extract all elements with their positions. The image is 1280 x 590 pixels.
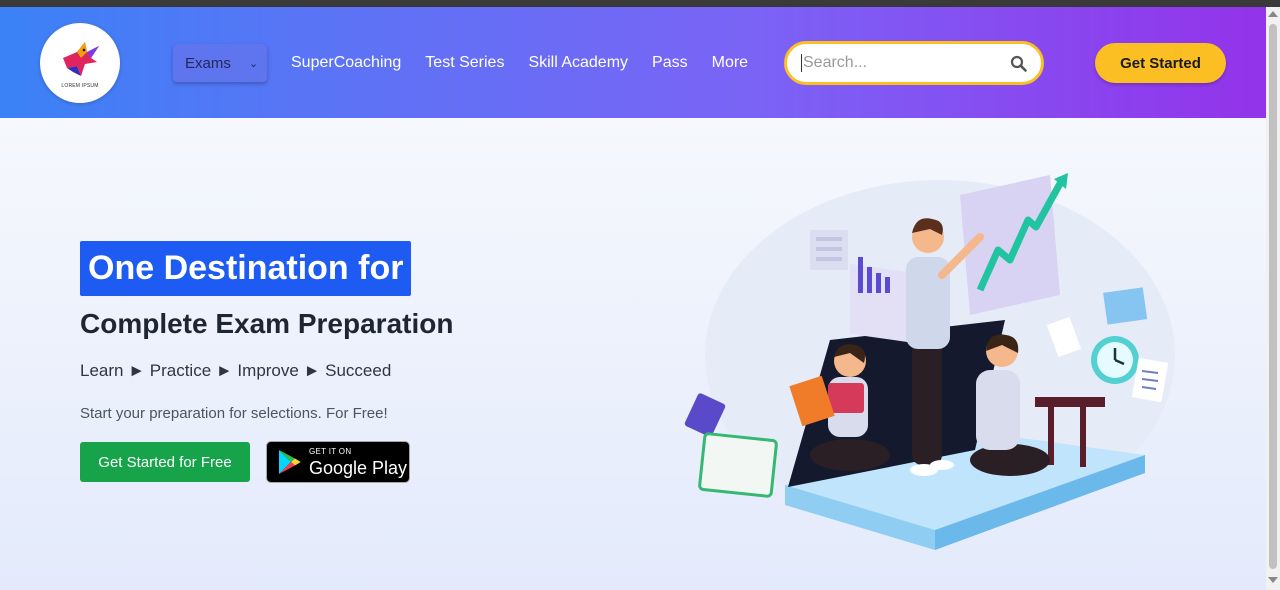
- hero-steps: Learn ► Practice ► Improve ► Succeed: [80, 361, 392, 380]
- alarm-clock: [1091, 336, 1139, 384]
- hero-illustration: [684, 173, 1175, 550]
- get-started-free-button[interactable]: Get Started for Free: [80, 442, 250, 482]
- exams-label: Exams: [185, 54, 231, 72]
- search-input[interactable]: [801, 54, 1001, 72]
- scroll-up-arrow-icon[interactable]: [1268, 11, 1278, 17]
- google-play-text: GET IT ON Google Play: [309, 446, 408, 478]
- hero-subtitle: Complete Exam Preparation: [80, 308, 454, 339]
- nav-link-pass[interactable]: Pass: [652, 54, 688, 72]
- hero-highlight: One Destination for: [80, 241, 412, 296]
- scrollbar-thumb[interactable]: [1269, 24, 1277, 569]
- sticky-note: [1103, 287, 1148, 325]
- browser-top-strip: [0, 0, 1280, 7]
- search-icon[interactable]: [1010, 55, 1027, 72]
- google-play-small-label: GET IT ON: [309, 446, 352, 456]
- chevron-down-icon: ⌄: [248, 57, 259, 70]
- nav-link-supercoaching[interactable]: SuperCoaching: [291, 54, 401, 72]
- logo-text: LOREM IPSUM: [61, 82, 99, 89]
- open-book: [698, 432, 778, 498]
- scroll-down-arrow-icon[interactable]: [1268, 577, 1278, 583]
- bird-logo-icon: [63, 41, 99, 76]
- google-play-icon: [279, 450, 301, 474]
- hero-tagline: Start your preparation for selections. F…: [80, 405, 388, 422]
- main-nav: Exams ⌄ SuperCoaching Test Series Skill …: [173, 43, 748, 83]
- nav-link-test-series[interactable]: Test Series: [425, 54, 504, 72]
- get-started-button[interactable]: Get Started: [1095, 43, 1226, 83]
- nav-link-more[interactable]: More: [712, 54, 748, 72]
- logo[interactable]: LOREM IPSUM: [40, 23, 120, 103]
- exams-dropdown[interactable]: Exams ⌄: [173, 44, 267, 82]
- nav-link-skill-academy[interactable]: Skill Academy: [528, 54, 628, 72]
- google-play-button[interactable]: GET IT ON Google Play: [266, 441, 410, 483]
- site-header: LOREM IPSUM Exams ⌄ SuperCoaching Test S…: [0, 7, 1266, 118]
- search-box: [784, 41, 1044, 85]
- hero-highlight-text: One Destination for: [88, 249, 404, 287]
- google-play-big-label: Google Play: [309, 457, 408, 478]
